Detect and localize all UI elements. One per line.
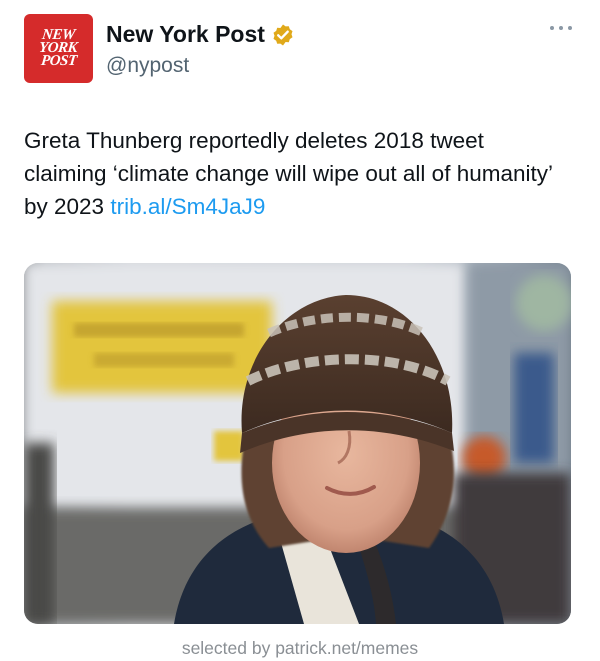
tweet-body: Greta Thunberg reportedly deletes 2018 t… [24,128,553,219]
photo-illustration [24,263,571,624]
tweet-text: Greta Thunberg reportedly deletes 2018 t… [24,124,564,223]
more-dot [550,26,554,30]
more-dot [559,26,563,30]
account-handle[interactable]: @nypost [106,54,189,78]
name-row: New York Post [106,21,295,48]
verified-badge-icon [273,24,293,45]
meme-credit: selected by patrick.net/memes [181,638,419,658]
display-name[interactable]: New York Post [106,21,265,48]
tweet-photo[interactable] [24,263,571,624]
more-options-icon[interactable] [550,26,572,32]
logo-line-3: POST [39,53,78,69]
more-dot [568,26,572,30]
account-avatar[interactable]: NEW YORK POST [24,14,93,83]
tweet-header: NEW YORK POST New York Post @nypost [24,14,576,86]
tweet-link[interactable]: trib.al/Sm4JaJ9 [110,194,265,219]
